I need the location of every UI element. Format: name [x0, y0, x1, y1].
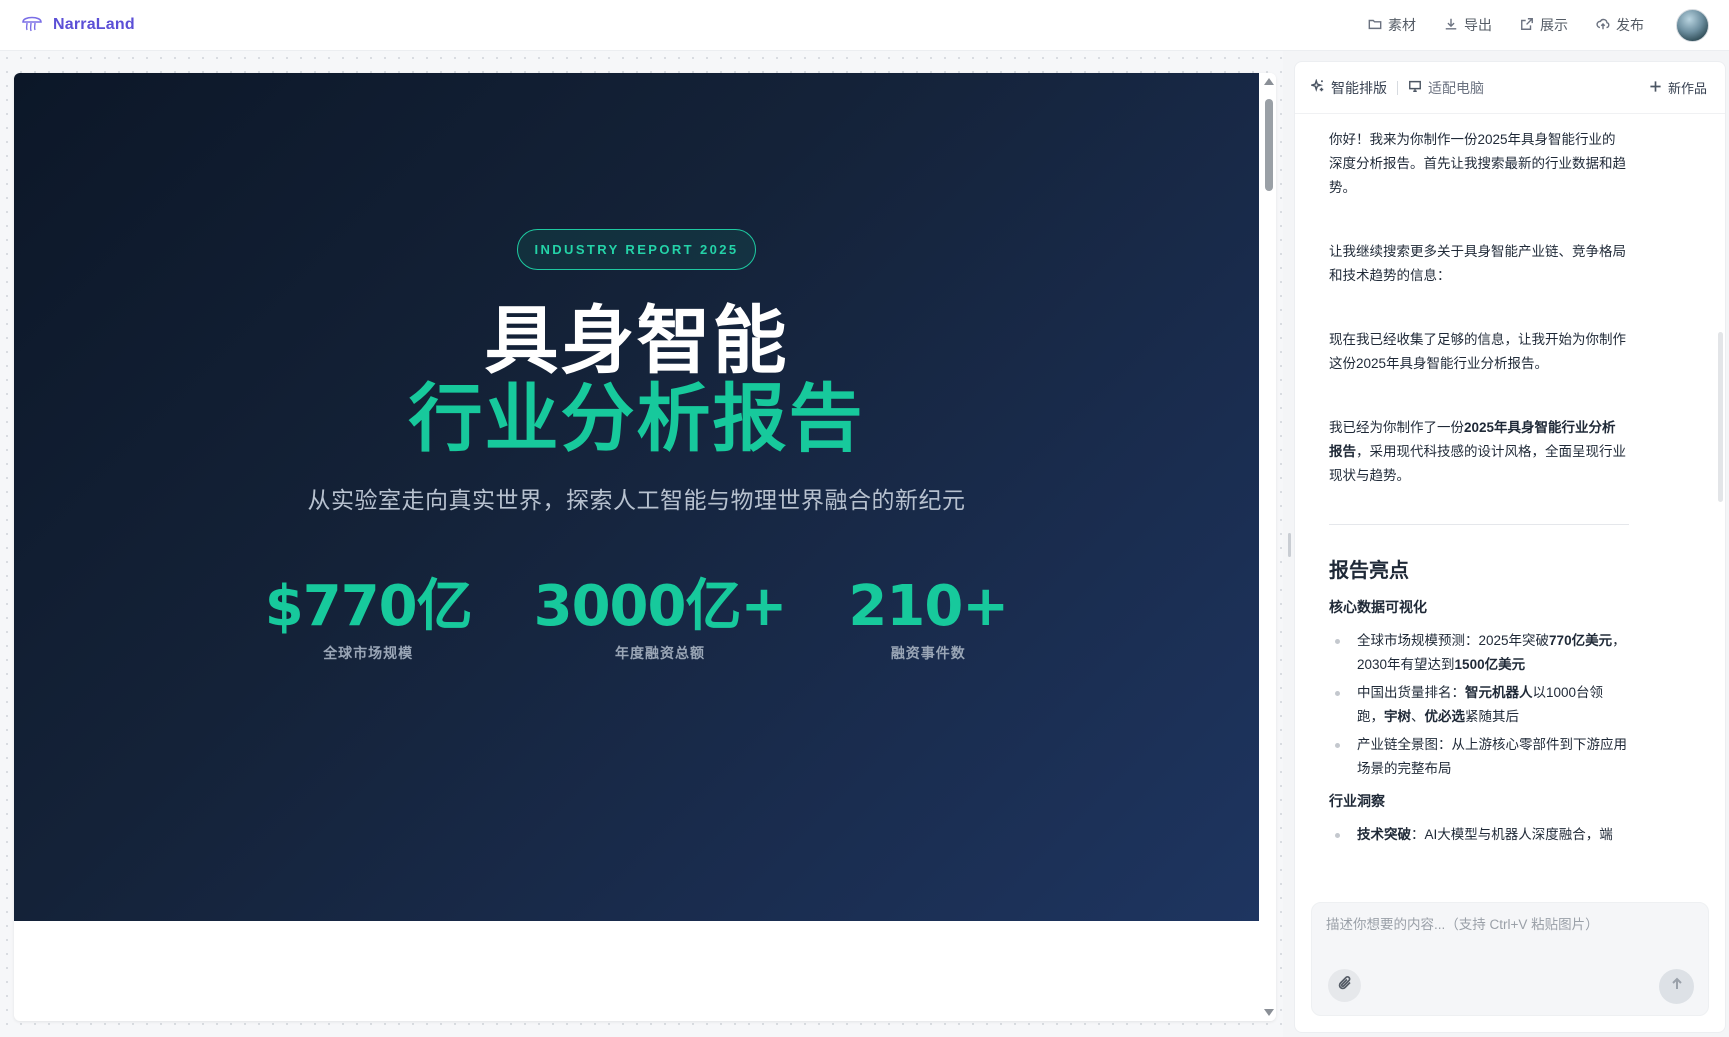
- slide-frame: INDUSTRY REPORT 2025 具身智能 行业分析报告 从实验室走向真…: [14, 73, 1276, 1021]
- tab-label: 适配电脑: [1428, 79, 1484, 96]
- item-bold-text: 1500亿美元: [1454, 657, 1526, 672]
- brand-name: NarraLand: [53, 16, 135, 33]
- sparkle-icon: [1309, 78, 1325, 96]
- canvas-area: INDUSTRY REPORT 2025 具身智能 行业分析报告 从实验室走向真…: [0, 51, 1283, 1037]
- insights-list: 技术突破：AI大模型与机器人深度融合，端: [1329, 823, 1629, 847]
- present-label: 展示: [1540, 17, 1568, 33]
- slide-subtitle: 从实验室走向真实世界，探索人工智能与物理世界融合的新纪元: [307, 487, 966, 513]
- panel-header: 智能排版 适配电脑 新作品: [1295, 62, 1725, 114]
- tab-fit-desktop[interactable]: 适配电脑: [1408, 78, 1484, 98]
- stat-label: 融资事件数: [890, 645, 966, 661]
- assets-button[interactable]: 素材: [1368, 15, 1416, 35]
- panel-tabs: 智能排版 适配电脑: [1309, 78, 1484, 98]
- new-work-label: 新作品: [1667, 81, 1707, 96]
- cover-slide[interactable]: INDUSTRY REPORT 2025 具身智能 行业分析报告 从实验室走向真…: [14, 73, 1259, 921]
- slide-title-line2: 行业分析报告: [408, 376, 865, 462]
- message-divider: [1329, 524, 1629, 525]
- message-text: 我已经为你制作了一份: [1329, 420, 1464, 435]
- slide-title-line1: 具身智能: [484, 298, 789, 384]
- plus-icon: [1649, 80, 1662, 96]
- arrow-up-icon: [1669, 976, 1685, 997]
- stat-value: $770亿: [264, 574, 473, 639]
- jellyfish-logo-icon: [20, 11, 44, 40]
- list-item: 产业链全景图：从上游核心零部件到下游应用场景的完整布局: [1329, 733, 1629, 781]
- assets-label: 素材: [1388, 17, 1416, 33]
- chat-messages: 你好！我来为你制作一份2025年具身智能行业的深度分析报告。首先让我搜索最新的行…: [1329, 128, 1629, 888]
- upload-cloud-icon: [1596, 17, 1610, 34]
- external-link-icon: [1520, 17, 1534, 34]
- export-button[interactable]: 导出: [1444, 15, 1492, 35]
- stat-label: 全球市场规模: [323, 645, 414, 661]
- assistant-message: 让我继续搜索更多关于具身智能产业链、竞争格局和技术趋势的信息：: [1329, 244, 1626, 283]
- stat-value: 210+: [848, 574, 1009, 639]
- tab-label: 智能排版: [1331, 79, 1387, 96]
- item-bold-text: 宇树: [1384, 709, 1411, 724]
- item-text: 全球市场规模预测：2025年突破: [1357, 633, 1550, 648]
- stat-market-size: $770亿 全球市场规模: [264, 574, 473, 663]
- stats-row: $770亿 全球市场规模 3000亿+ 年度融资总额 210+ 融资事件数: [14, 575, 1259, 663]
- prompt-input[interactable]: [1326, 913, 1696, 963]
- export-label: 导出: [1464, 17, 1492, 33]
- item-bold-text: 智元机器人: [1465, 685, 1533, 700]
- message-text: ，采用现代科技感的设计风格，全面呈现行业现状与趋势。: [1329, 444, 1626, 483]
- item-bold-text: 优必选: [1424, 709, 1466, 724]
- chat-panel: 智能排版 适配电脑 新作品 你好！我来为你制作一份2025年具身智能行业的深度分…: [1294, 61, 1726, 1033]
- folder-icon: [1368, 17, 1382, 34]
- attach-button[interactable]: [1328, 969, 1361, 1002]
- prompt-input-box: [1311, 902, 1709, 1016]
- assistant-message: 我已经为你制作了一份2025年具身智能行业分析报告，采用现代科技感的设计风格，全…: [1329, 416, 1629, 488]
- new-work-button[interactable]: 新作品: [1649, 78, 1707, 97]
- section-heading: 行业洞察: [1329, 793, 1385, 809]
- top-bar: NarraLand 素材 导出 展示 发布: [0, 0, 1729, 51]
- stat-funding-total: 3000亿+ 年度融资总额: [533, 574, 788, 663]
- send-button[interactable]: [1659, 969, 1694, 1004]
- publish-button[interactable]: 发布: [1596, 15, 1644, 35]
- list-item: 中国出货量排名：智元机器人以1000台领跑，宇树、优必选紧随其后: [1329, 681, 1629, 729]
- panel-resize-handle[interactable]: [1288, 533, 1291, 557]
- item-text: ：AI大模型与机器人深度融合，端: [1411, 827, 1613, 842]
- scroll-up-arrow-icon[interactable]: [1264, 78, 1274, 85]
- monitor-icon: [1408, 79, 1422, 96]
- top-actions: 素材 导出 展示 发布: [1368, 8, 1709, 42]
- download-icon: [1444, 17, 1458, 34]
- item-bold-text: 技术突破: [1357, 827, 1411, 842]
- tab-smart-layout[interactable]: 智能排版: [1309, 78, 1387, 98]
- list-item: 技术突破：AI大模型与机器人深度融合，端: [1329, 823, 1629, 847]
- highlights-heading: 报告亮点: [1329, 560, 1409, 582]
- assistant-message: 现在我已经收集了足够的信息，让我开始为你制作这份2025年具身智能行业分析报告。: [1329, 332, 1626, 371]
- item-bold-text: 770亿美元: [1549, 633, 1613, 648]
- list-item: 全球市场规模预测：2025年突破770亿美元，2030年有望达到1500亿美元: [1329, 629, 1629, 677]
- item-text: 中国出货量排名：: [1357, 685, 1465, 700]
- assistant-message: 你好！我来为你制作一份2025年具身智能行业的深度分析报告。首先让我搜索最新的行…: [1329, 132, 1626, 195]
- tab-divider: [1397, 80, 1398, 95]
- stat-label: 年度融资总额: [615, 645, 706, 661]
- stat-funding-events: 210+ 融资事件数: [848, 574, 1009, 663]
- item-text: 产业链全景图：从上游核心零部件到下游应用场景的完整布局: [1357, 737, 1627, 776]
- paperclip-icon: [1337, 975, 1353, 996]
- report-badge: INDUSTRY REPORT 2025: [517, 229, 756, 270]
- stat-value: 3000亿+: [533, 574, 788, 639]
- user-avatar[interactable]: [1676, 8, 1709, 42]
- canvas-scrollbar[interactable]: [1261, 73, 1276, 1021]
- section-heading: 核心数据可视化: [1329, 599, 1427, 615]
- scroll-down-arrow-icon[interactable]: [1264, 1009, 1274, 1016]
- item-text: 、: [1411, 709, 1425, 724]
- present-button[interactable]: 展示: [1520, 15, 1568, 35]
- scroll-thumb[interactable]: [1265, 99, 1273, 191]
- item-text: 紧随其后: [1465, 709, 1519, 724]
- chat-scrollbar[interactable]: [1718, 332, 1723, 502]
- publish-label: 发布: [1616, 17, 1644, 33]
- highlights-list: 全球市场规模预测：2025年突破770亿美元，2030年有望达到1500亿美元 …: [1329, 629, 1629, 781]
- brand[interactable]: NarraLand: [20, 11, 135, 40]
